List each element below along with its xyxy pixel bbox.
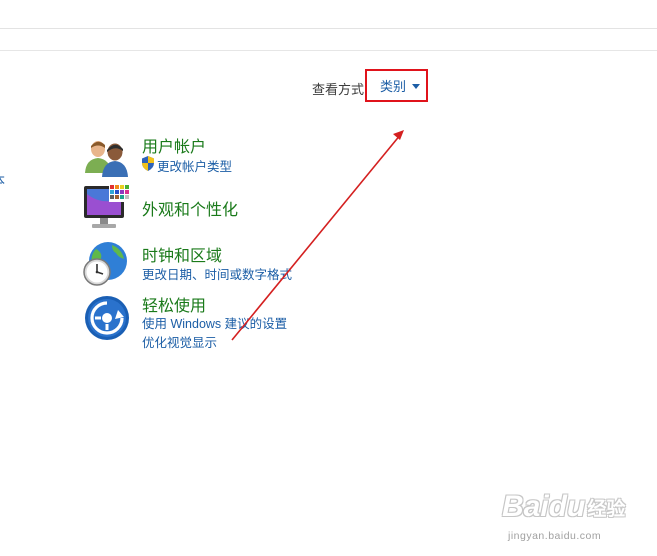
shield-icon: [142, 156, 154, 171]
watermark-url: jingyan.baidu.com: [508, 530, 602, 542]
link-windows-recommended-settings[interactable]: 使用 Windows 建议的设置: [142, 313, 287, 332]
watermark-brand: Baidu: [502, 490, 586, 523]
ease-of-access-icon[interactable]: [84, 295, 130, 341]
link-change-date-time-format[interactable]: 更改日期、时间或数字格式: [142, 264, 292, 283]
view-by-value: 类别: [380, 79, 407, 94]
address-bar-area: [0, 0, 657, 29]
watermark-suffix: 经验: [587, 498, 626, 520]
user-accounts-icon[interactable]: [84, 137, 130, 177]
link-change-account-type[interactable]: 更改帐户类型: [157, 156, 232, 175]
watermark: Baidu 经验 jingyan.baidu.com: [502, 490, 652, 546]
chevron-down-icon: [412, 84, 421, 89]
category-title-user-accounts[interactable]: 用户帐户: [142, 133, 206, 157]
toolbar-divider: [0, 50, 657, 51]
link-optimize-visual-display[interactable]: 优化视觉显示: [142, 332, 217, 351]
view-by-label: 查看方式: [312, 82, 365, 97]
clock-region-icon[interactable]: [82, 241, 130, 287]
sidebar-link-truncated[interactable]: 本: [0, 170, 5, 189]
category-title-clock-region[interactable]: 时钟和区域: [142, 242, 222, 266]
appearance-personalization-icon[interactable]: [82, 184, 132, 232]
view-by-dropdown[interactable]: 类别: [365, 69, 428, 102]
category-title-appearance[interactable]: 外观和个性化: [142, 196, 238, 220]
